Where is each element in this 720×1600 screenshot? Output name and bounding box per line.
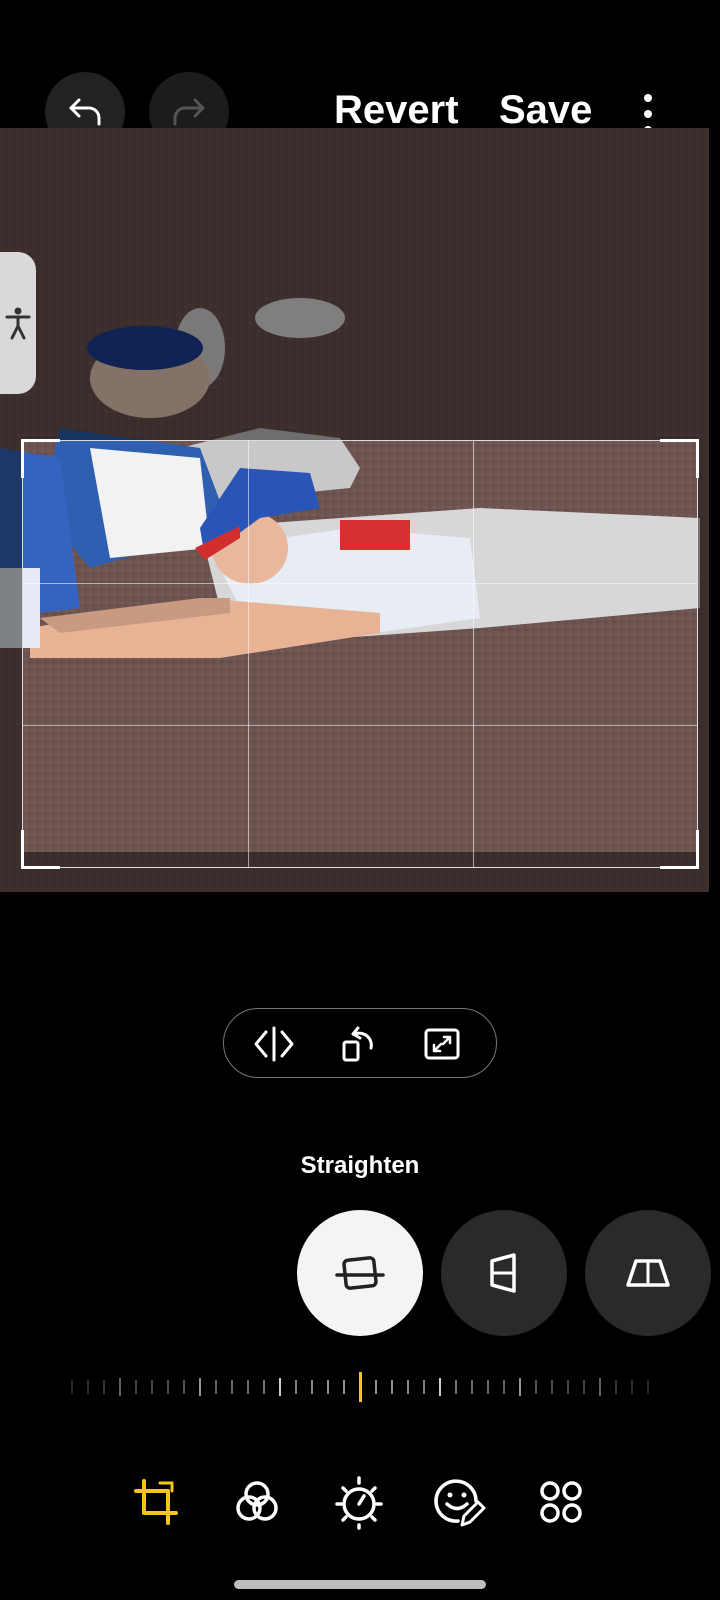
ruler-tick <box>311 1380 313 1394</box>
home-indicator[interactable] <box>234 1580 486 1589</box>
ruler-tick <box>231 1380 233 1394</box>
ruler-tick <box>103 1380 105 1394</box>
ruler-tick <box>327 1380 329 1394</box>
ruler-tick <box>71 1380 73 1394</box>
revert-button[interactable]: Revert <box>334 88 459 133</box>
expand-icon <box>424 1028 460 1060</box>
nav-crop-transform[interactable] <box>129 1474 185 1530</box>
crop-transform-icon <box>134 1479 178 1525</box>
grid-line <box>473 441 474 867</box>
ruler-indicator <box>358 1372 362 1402</box>
dim-overlay-top <box>0 128 709 440</box>
adjustment-label: Straighten <box>300 1152 420 1179</box>
crop-handle-top-left[interactable] <box>21 439 60 478</box>
ruler-tick <box>279 1378 281 1396</box>
ruler-tick <box>119 1378 121 1396</box>
grid-line <box>23 725 697 726</box>
ruler-tick <box>599 1378 601 1396</box>
brightness-icon <box>335 1476 383 1530</box>
ruler-tick <box>423 1380 425 1394</box>
transform-tools-bar <box>223 1008 497 1078</box>
filters-icon <box>236 1481 278 1521</box>
ruler-tick <box>215 1380 217 1394</box>
grid-line <box>23 583 697 584</box>
ruler-tick <box>295 1380 297 1394</box>
nav-brightness[interactable] <box>331 1474 387 1530</box>
save-button[interactable]: Save <box>499 88 592 133</box>
ruler-tick <box>519 1378 521 1396</box>
ruler-tick <box>167 1380 169 1394</box>
crop-frame[interactable] <box>21 439 699 869</box>
flip-icon <box>254 1026 294 1062</box>
ruler-tick <box>471 1380 473 1394</box>
ruler-tick <box>263 1380 265 1394</box>
ruler-tick <box>567 1380 569 1394</box>
ruler-tick <box>183 1380 185 1394</box>
straighten-mode-button[interactable] <box>297 1210 423 1336</box>
crop-handle-bottom-right[interactable] <box>660 830 699 869</box>
ruler-tick <box>439 1378 441 1396</box>
ruler-tick <box>151 1380 153 1394</box>
ruler-tick <box>247 1380 249 1394</box>
ruler-tick <box>551 1380 553 1394</box>
ruler-tick <box>583 1380 585 1394</box>
ruler-tick <box>391 1380 393 1394</box>
more-tools-icon <box>540 1481 582 1523</box>
ruler-tick <box>647 1380 649 1394</box>
flip-button[interactable] <box>251 1021 297 1067</box>
dim-overlay-left <box>0 440 22 852</box>
crop-handle-bottom-left[interactable] <box>21 830 60 869</box>
ruler-tick <box>135 1380 137 1394</box>
dim-overlay-right <box>698 440 709 852</box>
ruler-tick <box>631 1380 633 1394</box>
ruler-tick <box>615 1380 617 1394</box>
crop-handle-top-right[interactable] <box>660 439 699 478</box>
grid-line <box>248 441 249 867</box>
horizontal-perspective-icon <box>626 1259 670 1287</box>
ruler-tick <box>535 1380 537 1394</box>
ruler-tick <box>87 1380 89 1394</box>
ruler-tick <box>487 1380 489 1394</box>
sticker-draw-icon <box>434 1479 486 1527</box>
straighten-ruler[interactable] <box>71 1372 649 1402</box>
straighten-icon <box>335 1256 385 1290</box>
expand-button[interactable] <box>419 1021 465 1067</box>
ruler-tick <box>199 1378 201 1396</box>
rotate-icon <box>342 1026 373 1062</box>
vertical-perspective-button[interactable] <box>441 1210 567 1336</box>
accessibility-tab[interactable] <box>0 252 36 394</box>
ruler-tick <box>407 1380 409 1394</box>
vertical-perspective-icon <box>490 1253 516 1293</box>
ruler-tick <box>503 1380 505 1394</box>
undo-arrow-icon <box>69 98 101 126</box>
nav-filters[interactable] <box>229 1474 285 1530</box>
accessibility-person-icon <box>5 307 31 340</box>
nav-more-tools[interactable] <box>533 1474 589 1530</box>
redo-arrow-icon <box>173 98 205 126</box>
ruler-tick <box>455 1380 457 1394</box>
rotate-button[interactable] <box>336 1021 382 1067</box>
horizontal-perspective-button[interactable] <box>585 1210 711 1336</box>
nav-sticker-draw[interactable] <box>431 1474 487 1530</box>
ruler-tick <box>343 1380 345 1394</box>
ruler-tick <box>375 1380 377 1394</box>
